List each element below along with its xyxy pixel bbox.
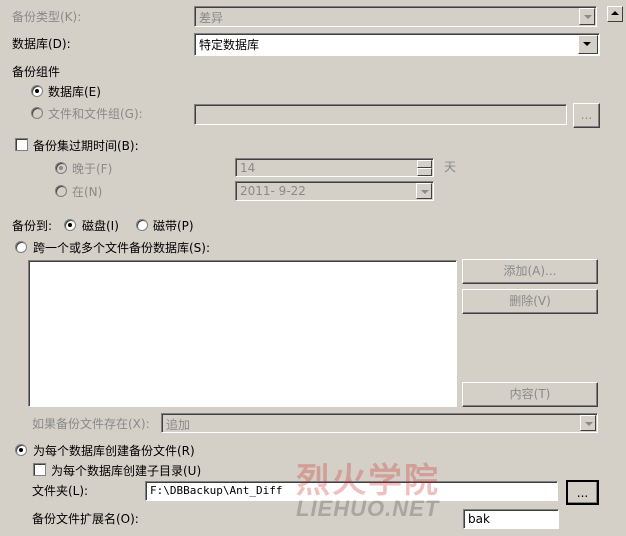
- spin-up-icon[interactable]: [417, 160, 432, 168]
- database-value: 特定数据库: [199, 38, 260, 52]
- radio-tape-label: 磁带(P): [153, 219, 194, 233]
- folder-browse-button[interactable]: ...: [566, 480, 599, 505]
- date-value: 2011- 9-22: [240, 184, 306, 198]
- subdir-label: 为每个数据库创建子目录(U): [51, 464, 202, 478]
- backup-type-value: 差异: [199, 11, 224, 25]
- if-exists-select[interactable]: 追加: [161, 413, 598, 433]
- date-picker[interactable]: 2011- 9-22: [235, 181, 434, 201]
- database-label: 数据库(D):: [12, 37, 71, 51]
- backup-component-label: 备份组件: [12, 65, 61, 79]
- after-days-value: 14: [240, 161, 256, 175]
- subdir-checkbox[interactable]: [33, 463, 46, 476]
- radio-database[interactable]: [31, 85, 43, 97]
- spin-down-icon[interactable]: [417, 168, 432, 176]
- extension-label: 备份文件扩展名(O):: [32, 512, 139, 526]
- expiry-label: 备份集过期时间(B):: [33, 139, 139, 153]
- span-files-label: 跨一个或多个文件备份数据库(S):: [33, 241, 211, 255]
- radio-span-files[interactable]: [15, 241, 27, 253]
- extension-value: bak: [468, 512, 490, 526]
- radio-files-label: 文件和文件组(G):: [48, 107, 143, 121]
- radio-after-label: 晚于(F): [72, 162, 113, 176]
- scroll-up-button[interactable]: [607, 6, 623, 22]
- radio-on-date-label: 在(N): [72, 185, 103, 199]
- add-button[interactable]: 添加(A)...: [462, 259, 598, 284]
- backup-type-label: 备份类型(K):: [12, 10, 82, 24]
- watermark-en: LIEHUO.NET: [296, 496, 440, 521]
- files-input[interactable]: [194, 104, 567, 125]
- chevron-down-icon[interactable]: [578, 35, 598, 54]
- radio-on-date[interactable]: [55, 185, 67, 197]
- if-exists-label: 如果备份文件存在(X):: [32, 417, 150, 431]
- remove-button[interactable]: 删除(V): [462, 289, 598, 314]
- radio-database-label: 数据库(E): [48, 85, 101, 99]
- chevron-down-icon[interactable]: [416, 183, 432, 199]
- folder-label: 文件夹(L):: [32, 484, 89, 498]
- radio-disk[interactable]: [64, 219, 76, 231]
- chevron-down-icon[interactable]: [580, 415, 596, 431]
- radio-files[interactable]: [31, 107, 43, 119]
- if-exists-value: 追加: [166, 418, 191, 432]
- days-unit: 天: [444, 160, 457, 174]
- expiry-checkbox[interactable]: [15, 138, 28, 151]
- backup-to-label: 备份到:: [12, 219, 53, 233]
- per-db-file-label: 为每个数据库创建备份文件(R): [33, 444, 195, 458]
- radio-disk-label: 磁盘(I): [82, 219, 119, 233]
- extension-input[interactable]: bak: [463, 509, 559, 529]
- radio-tape[interactable]: [136, 219, 148, 231]
- backup-file-list[interactable]: [28, 260, 457, 407]
- folder-value: F:\DBBackup\Ant_Diff: [150, 484, 283, 497]
- database-select[interactable]: 特定数据库: [194, 33, 600, 56]
- backup-type-select[interactable]: 差异: [194, 6, 597, 27]
- chevron-down-icon: [579, 8, 595, 25]
- radio-after[interactable]: [55, 162, 67, 174]
- watermark-cn: 烈火学院: [296, 461, 440, 501]
- contents-button[interactable]: 内容(T): [462, 382, 598, 407]
- after-days-input[interactable]: 14: [235, 158, 434, 177]
- radio-per-db-file[interactable]: [15, 444, 27, 456]
- files-browse-button[interactable]: ...: [573, 103, 600, 128]
